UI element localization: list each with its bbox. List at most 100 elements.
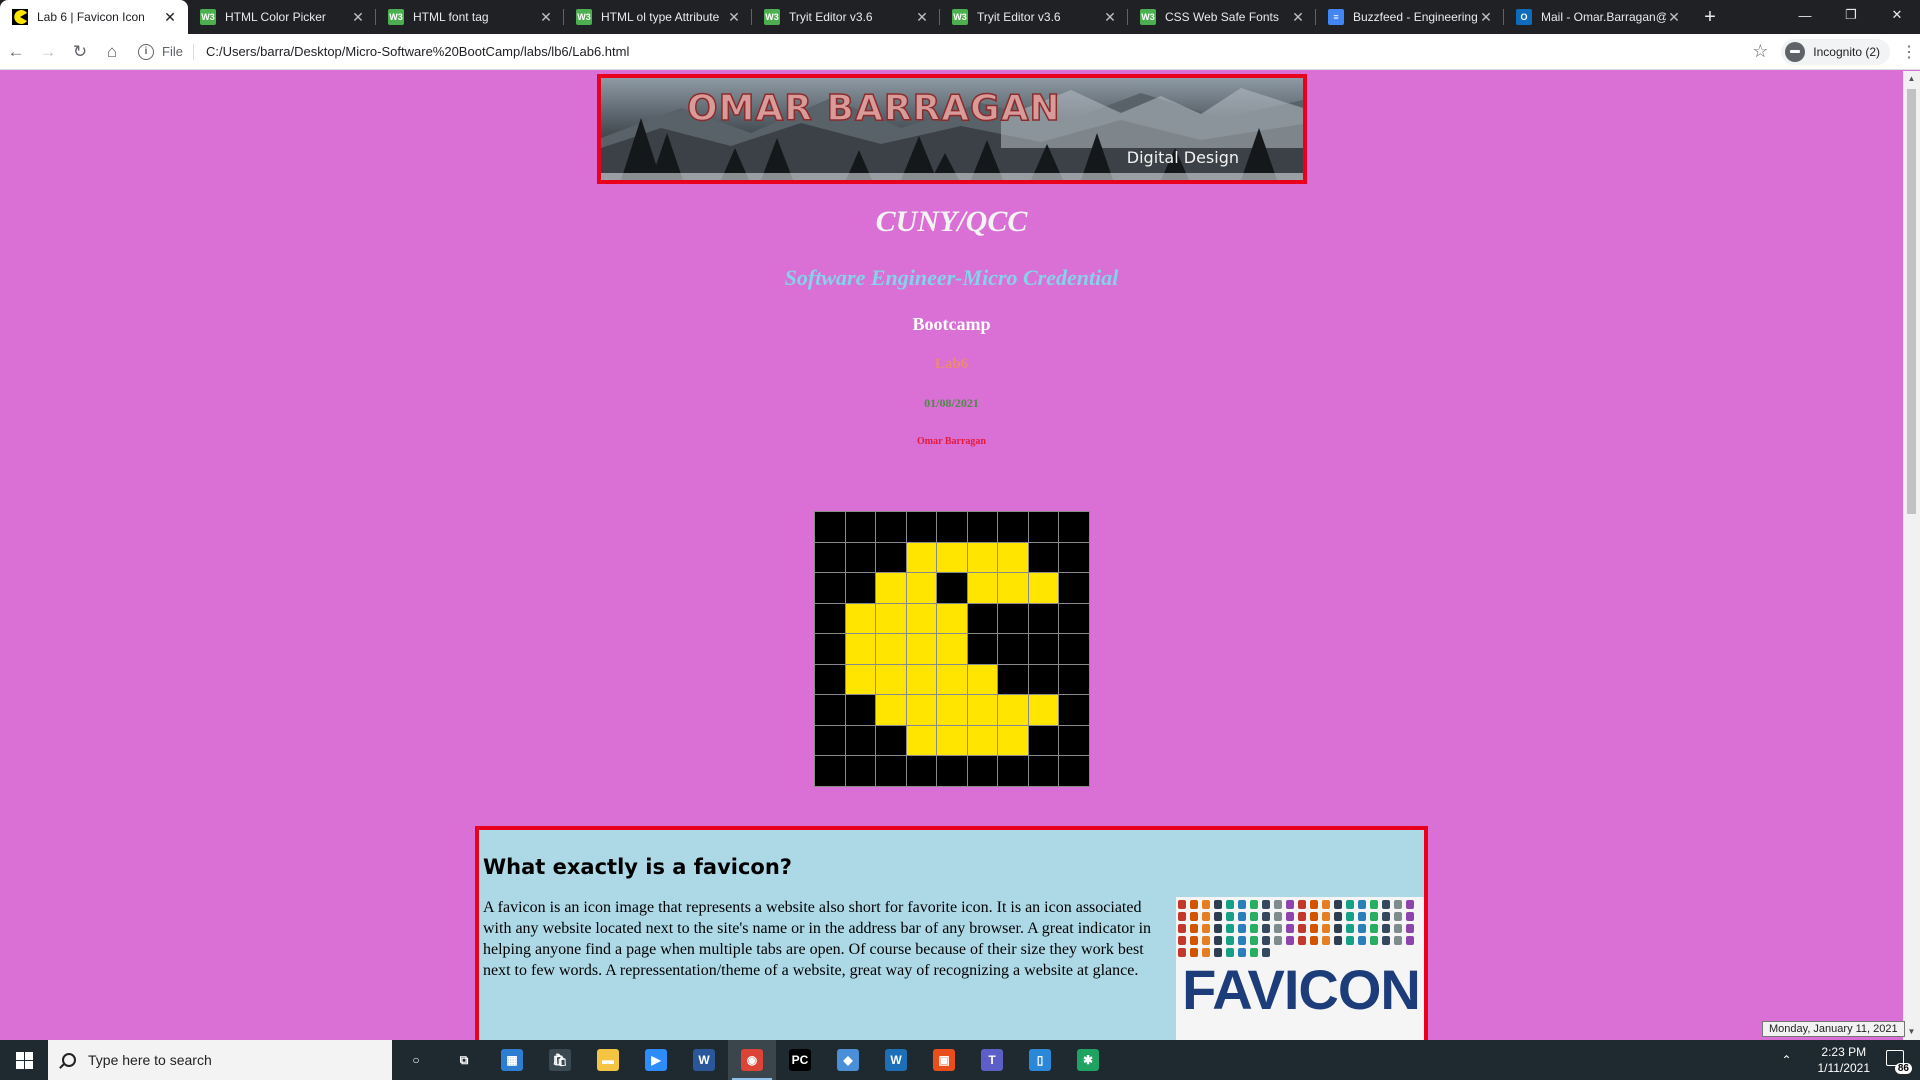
notification-center[interactable]: 86 — [1882, 1048, 1912, 1074]
url-text[interactable]: C:/Users/barra/Desktop/Micro-Software%20… — [206, 44, 629, 59]
pixel-cell — [936, 572, 968, 604]
taskbar-app[interactable]: ○ — [392, 1040, 440, 1080]
browser-tab[interactable]: Lab 6 | Favicon Icon ✕ — [0, 0, 188, 34]
favicon-tile — [1250, 900, 1258, 909]
browser-tab[interactable]: O Mail - Omar.Barragan@ ✕ — [1504, 0, 1692, 34]
restore-icon[interactable]: ❐ — [1828, 0, 1874, 30]
close-tab-icon[interactable]: ✕ — [1666, 9, 1682, 26]
close-tab-icon[interactable]: ✕ — [538, 9, 554, 26]
clock-date: 1/11/2021 — [1817, 1061, 1871, 1075]
taskbar-search[interactable]: Type here to search — [48, 1040, 392, 1080]
webex-icon: W — [885, 1049, 907, 1071]
taskbar-app[interactable]: ✱ — [1064, 1040, 1112, 1080]
bookmark-star-icon[interactable]: ☆ — [1745, 41, 1775, 62]
tray-chevron-icon[interactable]: ⌃ — [1781, 1053, 1791, 1067]
pixel-cell — [997, 602, 1029, 634]
taskbar-app[interactable]: ▯ — [1016, 1040, 1064, 1080]
pixel-cell — [814, 633, 846, 665]
taskbar-app[interactable]: ▦ — [488, 1040, 536, 1080]
taskbar-app[interactable]: ◆ — [824, 1040, 872, 1080]
browser-tab[interactable]: W3 HTML font tag ✕ — [376, 0, 564, 34]
close-window-icon[interactable]: ✕ — [1874, 0, 1920, 30]
favicon-tile — [1286, 924, 1294, 933]
banner-name: OMAR BARRAGAN — [686, 87, 1061, 130]
pixel-cell — [844, 724, 876, 756]
taskbar-app[interactable]: ▣ — [920, 1040, 968, 1080]
back-arrow-icon[interactable]: ← — [0, 36, 32, 68]
favicon-tile — [1262, 948, 1270, 957]
close-tab-icon[interactable]: ✕ — [726, 9, 742, 26]
favicon-tile — [1226, 948, 1234, 957]
windows-logo-icon — [15, 1051, 33, 1069]
favicon-tile — [1238, 900, 1246, 909]
minimize-icon[interactable]: — — [1782, 0, 1828, 30]
taskbar-app[interactable]: W — [680, 1040, 728, 1080]
browser-tab[interactable]: ≡ Buzzfeed - Engineering ✕ — [1316, 0, 1504, 34]
home-icon[interactable]: ⌂ — [96, 36, 128, 68]
w3schools-icon: W3 — [388, 9, 404, 25]
pixel-cell — [936, 755, 968, 787]
browser-tab[interactable]: W3 CSS Web Safe Fonts ✕ — [1128, 0, 1316, 34]
incognito-badge[interactable]: Incognito (2) — [1781, 38, 1890, 65]
new-tab-button[interactable]: + — [1696, 0, 1724, 34]
taskbar-app[interactable]: ⧉ — [440, 1040, 488, 1080]
vertical-scrollbar[interactable]: ▲ ▼ — [1903, 71, 1920, 1040]
favicon-tile — [1178, 912, 1186, 921]
close-tab-icon[interactable]: ✕ — [1102, 9, 1118, 26]
favicon-tile — [1202, 900, 1210, 909]
taskbar-clock[interactable]: 2:23 PM 1/11/2021 — [1818, 1044, 1871, 1076]
favicon-tile — [1310, 900, 1318, 909]
taskbar-app[interactable]: ▶ — [632, 1040, 680, 1080]
pixel-row — [814, 755, 1090, 787]
start-button[interactable] — [0, 1040, 48, 1080]
close-tab-icon[interactable]: ✕ — [162, 9, 178, 26]
google-docs-icon: ≡ — [1328, 9, 1344, 25]
heading-date: 01/08/2021 — [924, 396, 979, 410]
pixel-cell — [966, 572, 998, 604]
pixel-cell — [905, 572, 937, 604]
w3schools-icon: W3 — [1140, 9, 1156, 25]
taskbar-apps: ○ ⧉ ▦ 🛍 ▬ ▶ W ◉ PC ◆ W ▣ T ▯ ✱ — [392, 1040, 1112, 1080]
pixel-cell — [997, 755, 1029, 787]
favicon-tile — [1370, 924, 1378, 933]
reload-icon[interactable]: ↻ — [64, 36, 96, 68]
menu-kebab-icon[interactable]: ⋮ — [1898, 42, 1920, 62]
favicon-tile — [1286, 912, 1294, 921]
heading-cuny: CUNY/QCC — [875, 205, 1028, 238]
forward-arrow-icon[interactable]: → — [32, 36, 64, 68]
close-tab-icon[interactable]: ✕ — [914, 9, 930, 26]
scroll-up-icon[interactable]: ▲ — [1903, 71, 1920, 87]
browser-tab[interactable]: W3 HTML Color Picker ✕ — [188, 0, 376, 34]
pixel-row — [814, 694, 1090, 726]
pixel-cell — [936, 694, 968, 726]
taskbar-app[interactable]: ▬ — [584, 1040, 632, 1080]
info-icon[interactable]: i — [138, 43, 154, 60]
close-tab-icon[interactable]: ✕ — [1478, 9, 1494, 26]
scroll-down-icon[interactable]: ▼ — [1903, 1024, 1920, 1040]
cortana-icon: ○ — [405, 1049, 427, 1071]
pixel-cell — [905, 755, 937, 787]
favicon-tile — [1190, 948, 1198, 957]
banner-tagline: Digital Design — [1126, 148, 1239, 167]
phone-icon: ▯ — [1029, 1049, 1051, 1071]
word-icon: W — [693, 1049, 715, 1071]
taskbar-app[interactable]: 🛍 — [536, 1040, 584, 1080]
taskbar-app[interactable]: PC — [776, 1040, 824, 1080]
address-bar[interactable]: i File C:/Users/barra/Desktop/Micro-Soft… — [138, 38, 1745, 66]
taskbar-app[interactable]: ◉ — [728, 1040, 776, 1080]
favicon-tile — [1178, 900, 1186, 909]
clock-time: 2:23 PM — [1821, 1045, 1867, 1059]
close-tab-icon[interactable]: ✕ — [350, 9, 366, 26]
taskbar-app[interactable]: T — [968, 1040, 1016, 1080]
scrollbar-thumb[interactable] — [1907, 89, 1916, 514]
close-tab-icon[interactable]: ✕ — [1290, 9, 1306, 26]
favicon-tile — [1298, 912, 1306, 921]
pixel-row — [814, 511, 1090, 543]
browser-tab[interactable]: W3 HTML ol type Attribute ✕ — [564, 0, 752, 34]
favicon-tile — [1358, 936, 1366, 945]
favicon-tile — [1298, 924, 1306, 933]
calendar-icon: ▦ — [501, 1049, 523, 1071]
browser-tab[interactable]: W3 Tryit Editor v3.6 ✕ — [752, 0, 940, 34]
taskbar-app[interactable]: W — [872, 1040, 920, 1080]
browser-tab[interactable]: W3 Tryit Editor v3.6 ✕ — [940, 0, 1128, 34]
